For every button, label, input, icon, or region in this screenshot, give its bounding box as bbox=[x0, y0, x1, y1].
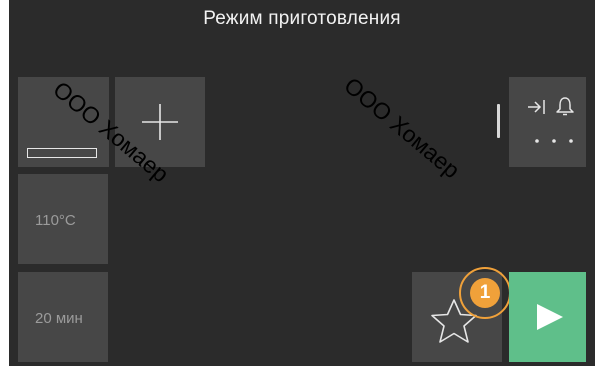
divider bbox=[497, 104, 500, 138]
mode-icon bbox=[27, 148, 97, 158]
cooking-mode-button[interactable] bbox=[18, 77, 109, 167]
play-icon bbox=[535, 302, 565, 332]
time-value: 20 мин bbox=[35, 310, 83, 327]
add-step-button[interactable] bbox=[115, 77, 205, 167]
extras-button[interactable] bbox=[509, 77, 586, 167]
favorites-count-badge: 1 bbox=[470, 278, 500, 308]
temperature-value: 110°C bbox=[35, 212, 76, 229]
start-button[interactable] bbox=[509, 272, 586, 362]
plus-icon bbox=[140, 102, 180, 142]
bell-icon bbox=[555, 96, 575, 116]
page-title: Режим приготовления bbox=[203, 8, 401, 29]
watermark: ООО Хомаер bbox=[339, 72, 465, 184]
more-dots-icon bbox=[534, 138, 574, 144]
skip-to-end-icon bbox=[527, 99, 547, 115]
temperature-button[interactable]: 110°C bbox=[18, 174, 108, 264]
time-button[interactable]: 20 мин bbox=[18, 272, 108, 362]
oven-control-screen: Режим приготовления 110°C 20 мин 1 ООО Х… bbox=[9, 0, 595, 366]
